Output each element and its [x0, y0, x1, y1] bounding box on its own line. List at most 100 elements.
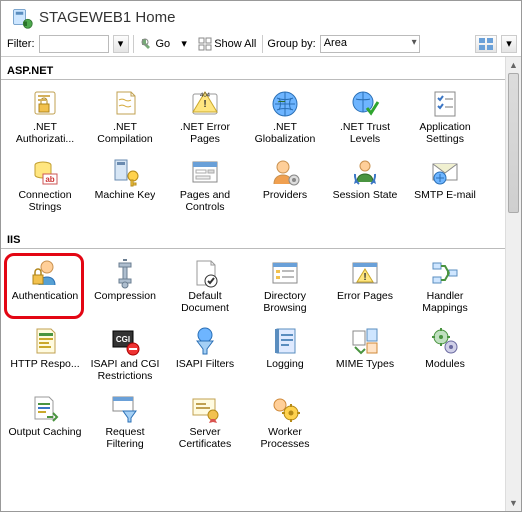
process-gears-icon	[269, 393, 301, 425]
item-label: .NET Trust Levels	[327, 121, 403, 145]
item-net-trust-levels[interactable]: .NET Trust Levels	[325, 86, 405, 150]
go-label: Go	[156, 38, 171, 50]
globe-check-icon	[349, 88, 381, 120]
svg-text:CGI: CGI	[116, 335, 130, 344]
browser-funnel-icon	[109, 393, 141, 425]
item-label: MIME Types	[336, 358, 394, 370]
item-compression[interactable]: Compression	[85, 255, 165, 319]
item-label: Worker Processes	[247, 426, 323, 450]
svg-text:!: !	[203, 99, 206, 110]
group-by-value: Area	[324, 37, 347, 49]
item-label: Session State	[333, 189, 398, 201]
separator	[262, 35, 263, 53]
folder-list-icon	[269, 257, 301, 289]
group-by-label: Group by:	[267, 38, 315, 50]
item-application-settings[interactable]: Application Settings	[405, 86, 485, 150]
mapping-arrows-icon	[429, 257, 461, 289]
filter-label: Filter:	[5, 38, 35, 50]
page-title: STAGEWEB1 Home	[39, 9, 175, 26]
notebook-icon	[269, 325, 301, 357]
item-error-pages[interactable]: ! Error Pages	[325, 255, 405, 319]
item-label: SMTP E-mail	[414, 189, 476, 201]
item-label: Handler Mappings	[407, 290, 483, 314]
separator	[133, 35, 134, 53]
filter-dropdown-arrow[interactable]: ▾	[113, 35, 129, 53]
item-smtp-email[interactable]: SMTP E-mail	[405, 154, 485, 218]
item-label: Pages and Controls	[167, 189, 243, 213]
item-label: Directory Browsing	[247, 290, 323, 314]
svg-text:ab: ab	[45, 175, 54, 184]
item-isapi-filters[interactable]: ISAPI Filters	[165, 323, 245, 387]
item-isapi-cgi-restrictions[interactable]: CGI ISAPI and CGI Restrictions	[85, 323, 165, 387]
item-label: .NET Error Pages	[167, 121, 243, 145]
item-net-error-pages[interactable]: 404! .NET Error Pages	[165, 86, 245, 150]
iis-grid: Authentication Compression Default Docum…	[1, 255, 505, 467]
item-directory-browsing[interactable]: Directory Browsing	[245, 255, 325, 319]
item-label: .NET Globalization	[247, 121, 323, 145]
filter-input[interactable]	[39, 35, 109, 53]
user-gear-icon	[269, 156, 301, 188]
go-button[interactable]: Go	[138, 35, 173, 53]
server-icon	[9, 5, 33, 29]
checklist-icon	[429, 88, 461, 120]
item-machine-key[interactable]: Machine Key	[85, 154, 165, 218]
item-mime-types[interactable]: MIME Types	[325, 323, 405, 387]
cgi-block-icon: CGI	[109, 325, 141, 357]
vertical-scrollbar[interactable]: ▲ ▼	[505, 57, 521, 511]
item-net-compilation[interactable]: .NET Compilation	[85, 86, 165, 150]
scroll-down-arrow[interactable]: ▼	[506, 495, 521, 511]
aspnet-grid: .NET Authorizati... .NET Compilation 404…	[1, 86, 505, 230]
item-authentication[interactable]: Authentication	[5, 255, 85, 319]
server-key-icon	[109, 156, 141, 188]
item-label: HTTP Respo...	[10, 358, 79, 370]
view-mode-dropdown[interactable]: ▾	[501, 35, 517, 53]
item-session-state[interactable]: Session State	[325, 154, 405, 218]
item-http-response[interactable]: HTTP Respo...	[5, 323, 85, 387]
toolbar: Filter: ▾ Go ▾ Show All Group by: Area ▾	[1, 31, 521, 57]
http-doc-icon	[29, 325, 61, 357]
show-all-button[interactable]: Show All	[196, 35, 258, 53]
item-output-caching[interactable]: Output Caching	[5, 391, 85, 455]
go-icon	[140, 37, 154, 51]
database-string-icon: ab	[29, 156, 61, 188]
item-label: Request Filtering	[87, 426, 163, 450]
svg-text:!: !	[363, 272, 366, 283]
item-net-authorization[interactable]: .NET Authorizati...	[5, 86, 85, 150]
item-server-certificates[interactable]: Server Certificates	[165, 391, 245, 455]
section-header-aspnet: ASP.NET	[1, 63, 505, 80]
scroll-up-arrow[interactable]: ▲	[506, 57, 521, 73]
item-default-document[interactable]: Default Document	[165, 255, 245, 319]
form-controls-icon	[189, 156, 221, 188]
envelope-icon	[429, 156, 461, 188]
item-label: .NET Authorizati...	[7, 121, 83, 145]
item-label: Compression	[94, 290, 156, 302]
item-label: Application Settings	[407, 121, 483, 145]
user-cycle-icon	[349, 156, 381, 188]
error-404-icon: 404!	[189, 88, 221, 120]
item-net-globalization[interactable]: .NET Globalization	[245, 86, 325, 150]
item-request-filtering[interactable]: Request Filtering	[85, 391, 165, 455]
view-mode-button[interactable]	[475, 35, 497, 53]
item-connection-strings[interactable]: ab Connection Strings	[5, 154, 85, 218]
item-pages-and-controls[interactable]: Pages and Controls	[165, 154, 245, 218]
go-dropdown[interactable]: ▾	[176, 35, 192, 53]
content-area: ASP.NET .NET Authorizati... .NET Compila…	[1, 57, 505, 511]
item-label: .NET Compilation	[87, 121, 163, 145]
item-handler-mappings[interactable]: Handler Mappings	[405, 255, 485, 319]
item-logging[interactable]: Logging	[245, 323, 325, 387]
item-label: Providers	[263, 189, 307, 201]
group-by-select[interactable]: Area	[320, 35, 420, 53]
item-label: ISAPI and CGI Restrictions	[87, 358, 163, 382]
scroll-thumb[interactable]	[508, 73, 519, 213]
item-worker-processes[interactable]: Worker Processes	[245, 391, 325, 455]
item-label: Machine Key	[95, 189, 156, 201]
page-header: STAGEWEB1 Home	[1, 1, 521, 31]
filter-funnel-icon	[189, 325, 221, 357]
section-header-iis: IIS	[1, 232, 505, 249]
item-label: Output Caching	[9, 426, 82, 438]
clamp-icon	[109, 257, 141, 289]
item-modules[interactable]: Modules	[405, 323, 485, 387]
globe-icon	[269, 88, 301, 120]
item-providers[interactable]: Providers	[245, 154, 325, 218]
item-label: Connection Strings	[7, 189, 83, 213]
